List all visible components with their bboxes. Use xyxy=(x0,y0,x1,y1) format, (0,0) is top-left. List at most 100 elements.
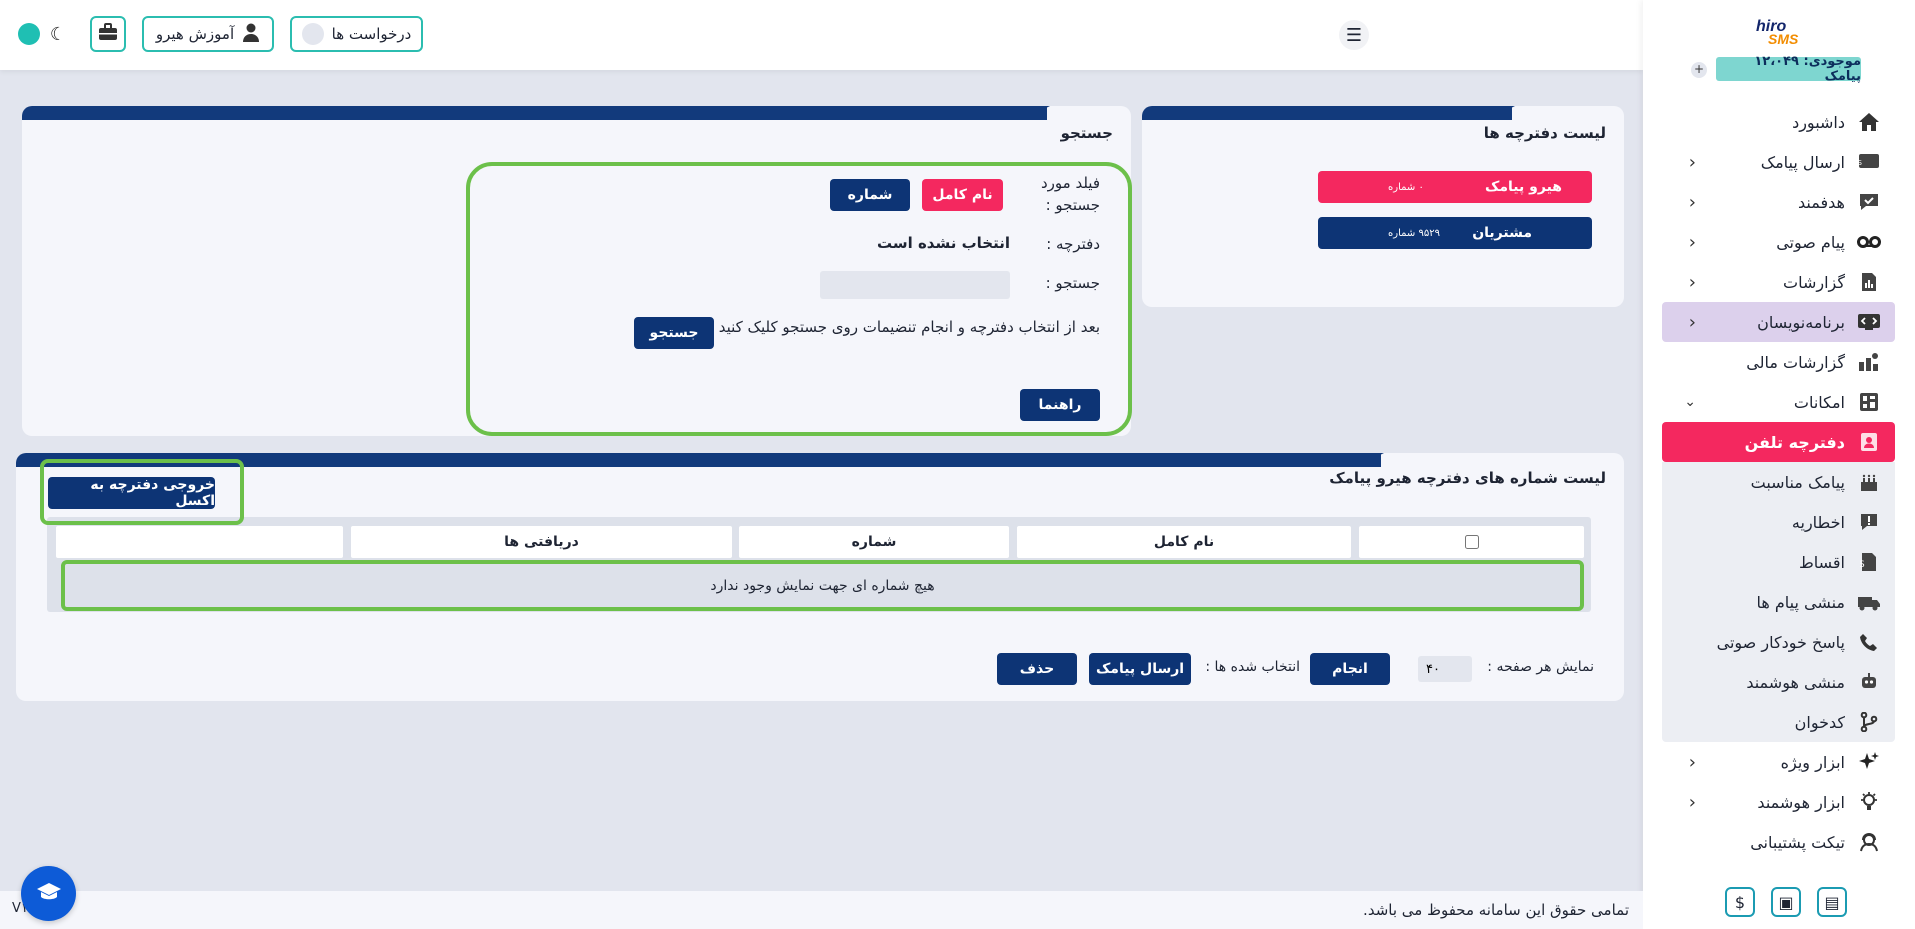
sidebar-item-label: برنامه‌نویسان xyxy=(1757,312,1845,332)
table-header-select xyxy=(1359,526,1584,558)
chevron-left-icon: ‹ xyxy=(1688,151,1696,173)
search-field-label-line1: فیلد مورد xyxy=(1040,174,1100,192)
phonebook-icon xyxy=(1857,430,1881,454)
sidebar-item-voice-message[interactable]: پیام صوتی ‹ xyxy=(1662,222,1895,262)
chevron-left-icon: ‹ xyxy=(1688,311,1696,333)
sidebar-item-financial-reports[interactable]: گزارشات مالی xyxy=(1662,342,1895,382)
empty-table-message: هیچ شماره ای جهت نمایش وجود ندارد xyxy=(710,577,935,594)
per-page-input[interactable] xyxy=(1418,656,1472,682)
sidebar-item-label: گزارشات xyxy=(1783,272,1845,292)
phonebook-item-hiro[interactable]: هیرو پیامک ۰ شماره xyxy=(1318,171,1592,203)
sidebar-item-label: پیامک مناسبت xyxy=(1750,472,1845,492)
table-header-number[interactable]: شماره xyxy=(739,526,1009,558)
theme-toggle[interactable]: ☾ xyxy=(14,20,70,48)
sidebar-item-features[interactable]: امکانات ⌄ xyxy=(1662,382,1895,422)
delete-button[interactable]: حذف xyxy=(997,653,1077,685)
stripe-notch xyxy=(1356,453,1384,467)
training-fab[interactable] xyxy=(21,866,76,921)
sidebar-item-message-secretary[interactable]: منشی پیام ها xyxy=(1662,582,1895,622)
card-stripe xyxy=(22,106,1047,120)
logo-line2: SMS xyxy=(1768,31,1799,47)
briefcase-icon xyxy=(98,23,118,45)
financial-report-icon xyxy=(1857,350,1881,374)
briefcase-button[interactable] xyxy=(90,16,126,52)
svg-text:SMS: SMS xyxy=(1858,159,1863,167)
sidebar-item-dashboard[interactable]: داشبورد xyxy=(1662,102,1895,142)
requests-button[interactable]: درخواست ها xyxy=(290,16,423,52)
phonebooks-title: لیست دفترچه ها xyxy=(1483,124,1606,142)
sidebar-item-label: ابزار ویژه xyxy=(1780,752,1845,772)
dollar-icon[interactable]: $ xyxy=(1725,887,1755,917)
home-icon xyxy=(1857,110,1881,134)
features-icon xyxy=(1857,390,1881,414)
table-header-fullname[interactable]: نام کامل xyxy=(1017,526,1351,558)
add-credit-button[interactable]: + xyxy=(1691,62,1707,78)
warning-icon xyxy=(1857,510,1881,534)
search-input[interactable] xyxy=(820,271,1010,299)
number-field-button[interactable]: شماره xyxy=(830,179,910,211)
calendar-icon[interactable]: ▤ xyxy=(1817,887,1847,917)
sidebar-item-smart-secretary[interactable]: منشی هوشمند xyxy=(1662,662,1895,702)
sidebar-item-reports[interactable]: گزارشات ‹ xyxy=(1662,262,1895,302)
sidebar-item-auto-voice-reply[interactable]: پاسخ خودکار صوتی xyxy=(1662,622,1895,662)
moon-icon: ☾ xyxy=(49,23,66,45)
training-label: آموزش هیرو xyxy=(155,25,235,43)
guide-button[interactable]: راهنما xyxy=(1020,389,1100,421)
select-all-checkbox[interactable] xyxy=(1464,535,1479,549)
chevron-left-icon: ‹ xyxy=(1688,231,1696,253)
sidebar-item-label: منشی پیام ها xyxy=(1756,592,1845,612)
table-header-actions xyxy=(56,526,343,558)
code-reader-icon xyxy=(1857,710,1881,734)
occasion-icon xyxy=(1857,470,1881,494)
requests-label: درخواست ها xyxy=(331,25,412,43)
sidebar-item-label: دفترچه تلفن xyxy=(1744,432,1845,452)
hiro-training-button[interactable]: آموزش هیرو xyxy=(142,16,274,52)
sidebar-item-code-reader[interactable]: کدخوان xyxy=(1662,702,1895,742)
contact-card-icon[interactable]: ▣ xyxy=(1771,887,1801,917)
numbers-title: لیست شماره های دفترچه هیرو پیامک xyxy=(1329,469,1606,487)
menu-toggle-button[interactable]: ☰ xyxy=(1339,20,1369,50)
sparkle-icon xyxy=(1857,750,1881,774)
sidebar: hiro SMS موجودی: ۱۲،۰۴۹ پیامک + داشبورد … xyxy=(1643,0,1915,929)
voicemail-icon xyxy=(1857,230,1881,254)
sidebar-item-label: پاسخ خودکار صوتی xyxy=(1716,632,1845,652)
send-sms-button[interactable]: ارسال پیامک xyxy=(1089,653,1191,685)
search-button[interactable]: جستجو xyxy=(634,317,714,349)
sms-icon: SMS xyxy=(1857,150,1881,174)
chevron-left-icon: ‹ xyxy=(1688,791,1696,813)
export-excel-button[interactable]: خروجی دفترچه به اکسل xyxy=(48,477,215,509)
sidebar-item-support-ticket[interactable]: تیکت پشتیبانی xyxy=(1662,822,1895,862)
hiro-sms-logo: hiro SMS xyxy=(1748,16,1810,52)
table-header-received[interactable]: دریافتی ها xyxy=(351,526,732,558)
svg-text:$: $ xyxy=(1860,559,1865,570)
search-title: جستجو xyxy=(1060,124,1113,142)
sidebar-item-label: تیکت پشتیبانی xyxy=(1750,832,1845,852)
chevron-left-icon: ‹ xyxy=(1688,271,1696,293)
sidebar-item-occasion-sms[interactable]: پیامک مناسبت xyxy=(1662,462,1895,502)
sidebar-item-label: اخطاریه xyxy=(1791,512,1845,532)
sidebar-item-installments[interactable]: $ اقساط xyxy=(1662,542,1895,582)
sidebar-item-targeted[interactable]: هدفمند ‹ xyxy=(1662,182,1895,222)
report-icon xyxy=(1857,270,1881,294)
sidebar-item-special-tools[interactable]: ابزار ویژه ‹ xyxy=(1662,742,1895,782)
fullname-field-button[interactable]: نام کامل xyxy=(922,179,1003,211)
phonebook-name: مشتریان xyxy=(1472,225,1532,241)
features-submenu: پیامک مناسبت اخطاریه $ اقساط منشی پیام ه… xyxy=(1662,462,1895,742)
selected-label: انتخاب شده ها : xyxy=(1205,659,1300,675)
top-bar: ☰ درخواست ها آموزش هیرو ☾ xyxy=(0,0,1643,70)
sidebar-item-smart-tools[interactable]: ابزار هوشمند ‹ xyxy=(1662,782,1895,822)
hamburger-icon: ☰ xyxy=(1345,24,1363,46)
search-field-label-line2: جستجو : xyxy=(1045,196,1100,214)
do-action-button[interactable]: انجام xyxy=(1310,653,1390,685)
requests-icon xyxy=(301,23,324,45)
phonebook-name: هیرو پیامک xyxy=(1485,179,1562,195)
lightbulb-icon xyxy=(1857,790,1881,814)
sidebar-item-developers[interactable]: برنامه‌نویسان ‹ xyxy=(1662,302,1895,342)
sidebar-item-send-sms[interactable]: SMS ارسال پیامک ‹ xyxy=(1662,142,1895,182)
search-hint: بعد از انتخاب دفترچه و انجام تنضیمات روی… xyxy=(718,318,1100,336)
sidebar-item-warning[interactable]: اخطاریه xyxy=(1662,502,1895,542)
phonebook-item-customers[interactable]: مشتریان ۹۵۲۹ شماره xyxy=(1318,217,1592,249)
phonebook-count: ۹۵۲۹ شماره xyxy=(1388,227,1440,239)
sidebar-item-phonebook[interactable]: دفترچه تلفن xyxy=(1662,422,1895,462)
installment-icon: $ xyxy=(1857,550,1881,574)
